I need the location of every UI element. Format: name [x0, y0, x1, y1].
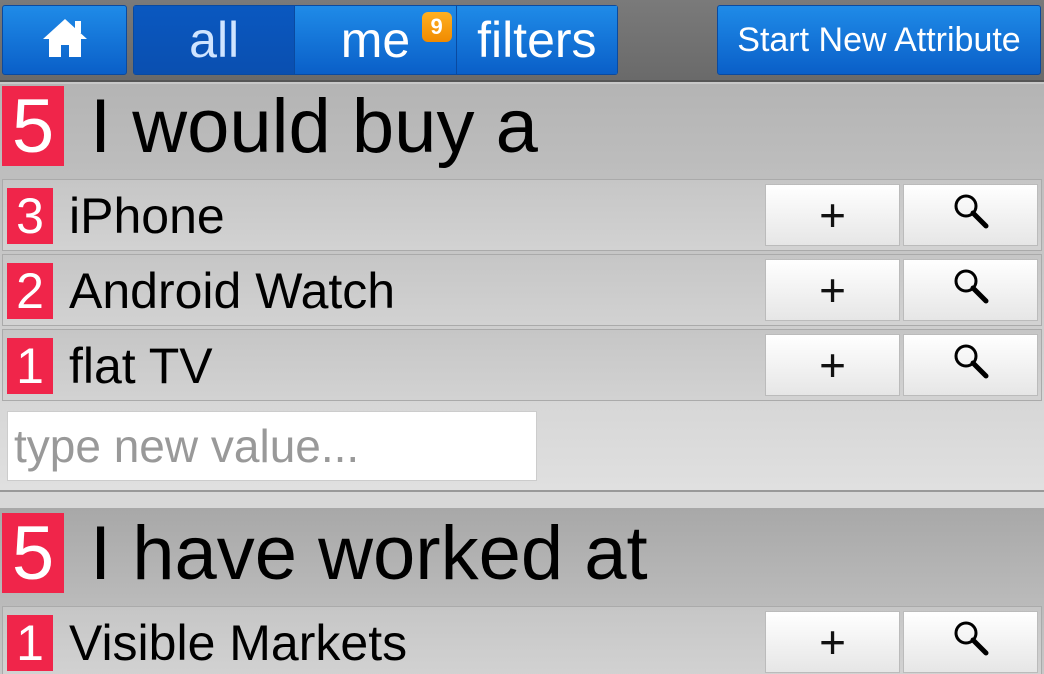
value-count: 1	[7, 338, 53, 394]
attribute-section: 5 I would buy a 3 iPhone + 2 Android Wat…	[0, 84, 1044, 490]
value-label[interactable]: Android Watch	[69, 263, 395, 319]
plus-icon: +	[819, 339, 846, 391]
value-label[interactable]: flat TV	[69, 338, 213, 394]
plus-icon: +	[819, 616, 846, 668]
attribute-count: 5	[2, 511, 64, 596]
search-button[interactable]	[903, 611, 1038, 673]
value-row: 1 flat TV +	[2, 329, 1042, 401]
plus-icon: +	[819, 264, 846, 316]
plus-icon: +	[819, 189, 846, 241]
value-count: 3	[7, 188, 53, 244]
attribute-header: 5 I have worked at	[0, 510, 648, 596]
add-button[interactable]: +	[765, 611, 900, 673]
tab-filters-label: filters	[477, 12, 597, 68]
tab-me-label: me	[340, 12, 411, 68]
tab-all-label: all	[189, 12, 240, 68]
home-button[interactable]	[2, 5, 127, 75]
notification-badge: 9	[421, 12, 452, 42]
add-button[interactable]: +	[765, 184, 900, 246]
value-label[interactable]: iPhone	[69, 188, 225, 244]
start-new-attribute-button[interactable]: Start New Attribute	[717, 5, 1041, 75]
search-icon	[951, 338, 991, 392]
search-button[interactable]	[903, 184, 1038, 246]
value-row: 1 Visible Markets +	[2, 606, 1042, 674]
attribute-section: 5 I have worked at 1 Visible Markets +	[0, 508, 1044, 674]
attribute-title: I have worked at	[90, 510, 648, 596]
search-button[interactable]	[903, 259, 1038, 321]
search-icon	[951, 188, 991, 242]
home-icon	[41, 17, 89, 64]
search-icon	[951, 615, 991, 669]
add-button[interactable]: +	[765, 334, 900, 396]
attribute-title: I would buy a	[90, 83, 538, 169]
value-label[interactable]: Visible Markets	[69, 615, 407, 671]
search-button[interactable]	[903, 334, 1038, 396]
add-button[interactable]: +	[765, 259, 900, 321]
value-row: 2 Android Watch +	[2, 254, 1042, 326]
filter-tabs: all me 9 filters	[133, 5, 618, 75]
tab-all[interactable]: all	[134, 6, 296, 74]
new-value-input[interactable]	[7, 411, 537, 481]
search-icon	[951, 263, 991, 317]
start-new-attribute-label: Start New Attribute	[737, 20, 1021, 59]
attribute-header: 5 I would buy a	[0, 83, 538, 169]
attribute-count: 5	[2, 84, 64, 169]
value-count: 2	[7, 263, 53, 319]
top-bar: all me 9 filters Start New Attribute	[0, 0, 1044, 82]
tab-filters[interactable]: filters	[456, 6, 617, 74]
value-count: 1	[7, 615, 53, 671]
tab-me[interactable]: me 9	[295, 6, 457, 74]
value-row: 3 iPhone +	[2, 179, 1042, 251]
section-divider	[0, 490, 1044, 508]
